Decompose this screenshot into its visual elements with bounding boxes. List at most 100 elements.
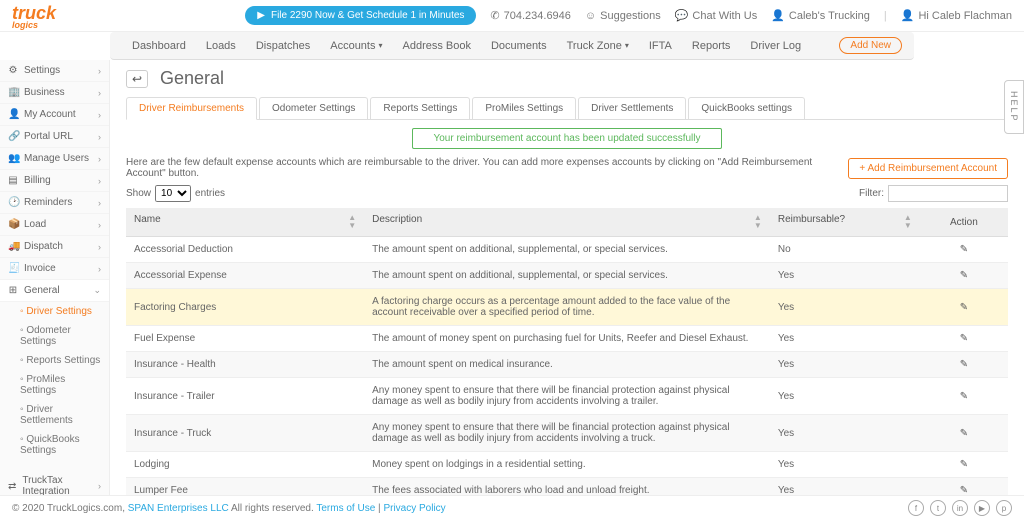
cell-reimb: Yes — [770, 378, 920, 415]
twitter-icon[interactable]: t — [930, 500, 946, 516]
cell-name: Fuel Expense — [126, 326, 364, 352]
sidebar-item-invoice[interactable]: 🧾Invoice› — [0, 258, 109, 280]
terms-link[interactable]: Terms of Use — [316, 503, 375, 514]
load-icon: 📦 — [8, 219, 18, 230]
nav-item-ifta[interactable]: IFTA — [639, 40, 682, 52]
chevron-icon: ⌄ — [93, 285, 101, 296]
pinterest-icon[interactable]: p — [996, 500, 1012, 516]
tab-odometer-settings[interactable]: Odometer Settings — [259, 97, 368, 119]
cell-desc: Any money spent to ensure that there wil… — [364, 378, 770, 415]
tab-driver-reimbursements[interactable]: Driver Reimbursements — [126, 97, 257, 120]
edit-icon[interactable]: ✎ — [960, 391, 968, 402]
sidebar-item-billing[interactable]: ▤Billing› — [0, 170, 109, 192]
back-button[interactable]: ↩ — [126, 70, 148, 88]
entries-select[interactable]: 10 — [155, 185, 191, 202]
reminders-icon: 🕑 — [8, 197, 18, 208]
nav-item-dashboard[interactable]: Dashboard — [122, 40, 196, 52]
company-link[interactable]: 👤 Caleb's Trucking — [771, 9, 870, 22]
chevron-icon: › — [98, 110, 101, 120]
user-greeting[interactable]: 👤 Hi Caleb Flachman — [901, 9, 1012, 22]
nav-item-driver-log[interactable]: Driver Log — [740, 40, 811, 52]
chevron-icon: › — [98, 220, 101, 230]
tabs: Driver ReimbursementsOdometer SettingsRe… — [126, 97, 1008, 120]
edit-icon[interactable]: ✎ — [960, 359, 968, 370]
add-new-button[interactable]: Add New — [839, 37, 902, 54]
cell-name: Factoring Charges — [126, 289, 364, 326]
chevron-icon: › — [98, 264, 101, 274]
privacy-link[interactable]: Privacy Policy — [383, 503, 445, 514]
cell-name: Insurance - Health — [126, 352, 364, 378]
promo-text: File 2290 Now & Get Schedule 1 in Minute… — [271, 10, 464, 21]
cell-reimb: Yes — [770, 263, 920, 289]
col-action[interactable]: Action — [920, 208, 1008, 237]
nav-item-address-book[interactable]: Address Book — [393, 40, 481, 52]
edit-icon[interactable]: ✎ — [960, 270, 968, 281]
edit-icon[interactable]: ✎ — [960, 302, 968, 313]
sidebar-sub-odometer-settings[interactable]: ◦ Odometer Settings — [0, 321, 109, 351]
greeting-text: Hi Caleb Flachman — [918, 10, 1012, 22]
suggestions-link[interactable]: ☺ Suggestions — [585, 10, 661, 22]
sidebar-sub-quickbooks-settings[interactable]: ◦ QuickBooks Settings — [0, 430, 109, 460]
tab-promiles-settings[interactable]: ProMiles Settings — [472, 97, 576, 119]
tab-driver-settlements[interactable]: Driver Settlements — [578, 97, 686, 119]
sidebar-item-manage-users[interactable]: 👥Manage Users› — [0, 148, 109, 170]
youtube-icon[interactable]: ▶ — [974, 500, 990, 516]
chat-link[interactable]: 💬 Chat With Us — [675, 9, 758, 22]
sidebar-item-load[interactable]: 📦Load› — [0, 214, 109, 236]
cell-reimb: Yes — [770, 452, 920, 478]
link-icon: ⇄ — [8, 481, 16, 492]
topbar-right: ▶ File 2290 Now & Get Schedule 1 in Minu… — [245, 6, 1012, 25]
rights: All rights reserved. — [229, 503, 317, 514]
entries-selector: Show 10 entries — [126, 185, 225, 202]
sidebar-item-my-account[interactable]: 👤My Account› — [0, 104, 109, 126]
filter-input[interactable] — [888, 185, 1008, 202]
cell-desc: A factoring charge occurs as a percentag… — [364, 289, 770, 326]
tab-reports-settings[interactable]: Reports Settings — [370, 97, 470, 119]
sidebar-item-reminders[interactable]: 🕑Reminders› — [0, 192, 109, 214]
help-tab[interactable]: HELP — [1004, 80, 1024, 134]
table-row: Insurance - TruckAny money spent to ensu… — [126, 415, 1008, 452]
facebook-icon[interactable]: f — [908, 500, 924, 516]
nav-item-accounts[interactable]: Accounts — [320, 40, 392, 52]
edit-icon[interactable]: ✎ — [960, 244, 968, 255]
sidebar-sub-reports-settings[interactable]: ◦ Reports Settings — [0, 351, 109, 370]
edit-icon[interactable]: ✎ — [960, 428, 968, 439]
tab-quickbooks-settings[interactable]: QuickBooks settings — [688, 97, 805, 119]
sidebar-item-dispatch[interactable]: 🚚Dispatch› — [0, 236, 109, 258]
nav-item-dispatches[interactable]: Dispatches — [246, 40, 320, 52]
sidebar-item-portal-url[interactable]: 🔗Portal URL› — [0, 126, 109, 148]
sidebar-sub-promiles-settings[interactable]: ◦ ProMiles Settings — [0, 370, 109, 400]
col-name[interactable]: Name▲▼ — [126, 208, 364, 237]
trucktax-label: TruckTax Integration — [22, 475, 92, 497]
cell-reimb: Yes — [770, 415, 920, 452]
nav-item-loads[interactable]: Loads — [196, 40, 246, 52]
sidebar-item-settings[interactable]: ⚙Settings› — [0, 60, 109, 82]
sort-icon: ▲▼ — [348, 214, 356, 230]
col-reimbursable[interactable]: Reimbursable?▲▼ — [770, 208, 920, 237]
invoice-icon: 🧾 — [8, 263, 18, 274]
chevron-icon: › — [98, 198, 101, 208]
edit-icon[interactable]: ✎ — [960, 459, 968, 470]
linkedin-icon[interactable]: in — [952, 500, 968, 516]
logo-sub: logics — [12, 24, 56, 28]
nav-item-documents[interactable]: Documents — [481, 40, 557, 52]
sidebar-item-general[interactable]: ⊞General⌄ — [0, 280, 109, 302]
nav-item-reports[interactable]: Reports — [682, 40, 741, 52]
logo[interactable]: trucklogics — [12, 3, 56, 28]
span-link[interactable]: SPAN Enterprises LLC — [128, 503, 229, 514]
nav-item-truck-zone[interactable]: Truck Zone — [557, 40, 639, 52]
edit-icon[interactable]: ✎ — [960, 333, 968, 344]
sidebar-sub-driver-settings[interactable]: ◦ Driver Settings — [0, 302, 109, 321]
chevron-icon: › — [98, 242, 101, 252]
add-reimbursement-button[interactable]: + Add Reimbursement Account — [848, 158, 1008, 179]
cell-name: Accessorial Expense — [126, 263, 364, 289]
billing-icon: ▤ — [8, 175, 18, 186]
promo-pill[interactable]: ▶ File 2290 Now & Get Schedule 1 in Minu… — [245, 6, 476, 25]
cell-reimb: Yes — [770, 326, 920, 352]
chevron-icon: › — [98, 481, 101, 491]
cell-name: Insurance - Truck — [126, 415, 364, 452]
phone-link[interactable]: ✆ 704.234.6946 — [490, 9, 571, 22]
sidebar-item-business[interactable]: 🏢Business› — [0, 82, 109, 104]
sidebar-sub-driver-settlements[interactable]: ◦ Driver Settlements — [0, 400, 109, 430]
col-description[interactable]: Description▲▼ — [364, 208, 770, 237]
